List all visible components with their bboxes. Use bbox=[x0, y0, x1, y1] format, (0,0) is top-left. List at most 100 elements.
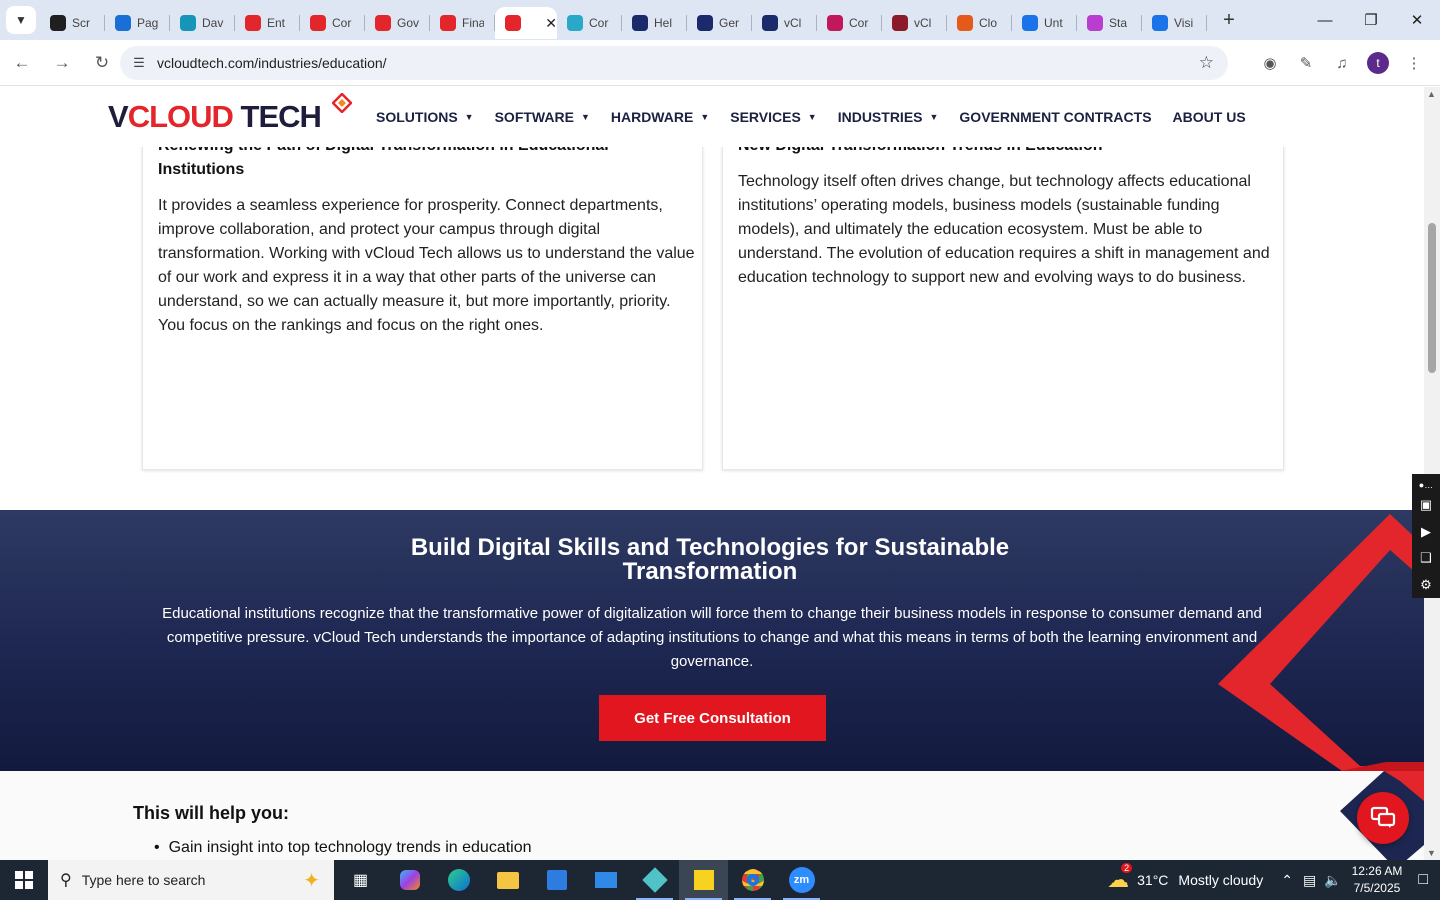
browser-tab[interactable]: Hel bbox=[622, 7, 687, 39]
profile-avatar[interactable]: t bbox=[1367, 52, 1389, 74]
tab-favicon-icon bbox=[1022, 15, 1038, 31]
menu-dots-icon[interactable]: ⋮ bbox=[1396, 48, 1432, 78]
tab-label: Visi bbox=[1174, 16, 1194, 30]
task-view-icon[interactable]: ▦ bbox=[336, 860, 385, 900]
browser-tab[interactable]: Fina bbox=[430, 7, 495, 39]
browser-tab[interactable]: vCl bbox=[882, 7, 947, 39]
browser-tab[interactable]: Sta bbox=[1077, 7, 1142, 39]
tab-list: Scr Pag Dav Ent Cor Gov Fina ✕ Cor Hel Ger vCl Cor vC… bbox=[40, 0, 1207, 40]
tab-search-button[interactable]: ▼ bbox=[6, 6, 36, 34]
nav-item-hardware[interactable]: HARDWARE ▼ bbox=[611, 109, 709, 125]
taskbar-search[interactable]: ⚲ Type here to search ✦ bbox=[48, 860, 334, 900]
arrow-right-icon: → bbox=[53, 52, 71, 72]
tab-favicon-icon bbox=[1152, 15, 1168, 31]
browser-tab[interactable]: Cor bbox=[300, 7, 365, 39]
tab-close-icon[interactable]: ✕ bbox=[545, 15, 557, 32]
bookmark-star-icon[interactable]: ☆ bbox=[1199, 53, 1214, 73]
tab-label: Dav bbox=[202, 16, 224, 30]
clock-time: 12:26 AM bbox=[1351, 864, 1403, 878]
browser-tab[interactable]: Unt bbox=[1012, 7, 1077, 39]
network-icon[interactable]: ▤ bbox=[1303, 872, 1316, 889]
site-settings-icon[interactable]: ☰ bbox=[124, 55, 154, 71]
maximize-icon[interactable]: ❐ bbox=[1348, 0, 1394, 40]
pin-icon[interactable]: ●… bbox=[1419, 478, 1433, 492]
screen-capture-toolbar: ●… ▣ ▶ ❑ ⚙ bbox=[1412, 474, 1440, 598]
app-diamond-icon[interactable] bbox=[630, 860, 679, 900]
system-tray: ☁ 2 31°C Mostly cloudy ⌃ ▤ 🔈 12:26 AM 7/5… bbox=[1107, 860, 1440, 900]
translate-icon[interactable]: ◉ bbox=[1252, 48, 1288, 78]
browser-tab[interactable]: Ent bbox=[235, 7, 300, 39]
scroll-up-icon[interactable]: ▲ bbox=[1427, 89, 1436, 99]
browser-tab[interactable]: Dav bbox=[170, 7, 235, 39]
edge-icon[interactable] bbox=[434, 860, 483, 900]
tab-favicon-icon bbox=[827, 15, 843, 31]
chevron-up-icon[interactable]: ⌃ bbox=[1281, 872, 1293, 889]
browser-tab[interactable]: Gov bbox=[365, 7, 430, 39]
new-tab-button[interactable]: + bbox=[1217, 9, 1241, 32]
browser-tab[interactable]: Clo bbox=[947, 7, 1012, 39]
reload-button[interactable]: ↻ bbox=[84, 45, 120, 81]
banner-text: Educational institutions recognize that … bbox=[162, 605, 1262, 670]
weather-widget[interactable]: ☁ 2 31°C Mostly cloudy bbox=[1107, 863, 1263, 893]
file-explorer-icon[interactable] bbox=[483, 860, 532, 900]
volume-icon[interactable]: 🔈 bbox=[1324, 872, 1341, 889]
tab-favicon-icon bbox=[50, 15, 66, 31]
tab-favicon-icon bbox=[180, 15, 196, 31]
tab-active[interactable]: ✕ bbox=[495, 7, 557, 39]
nav-item-industries[interactable]: INDUSTRIES ▼ bbox=[838, 109, 939, 125]
vcloud-logo[interactable]: VCLOUD TECH bbox=[108, 93, 352, 137]
camera-icon[interactable]: ▣ bbox=[1420, 492, 1432, 519]
browser-tab[interactable]: Visi bbox=[1142, 7, 1207, 39]
tab-favicon-icon bbox=[505, 15, 521, 31]
forward-button[interactable]: → bbox=[44, 45, 80, 81]
browser-tab[interactable]: Cor bbox=[817, 7, 882, 39]
nav-item-software[interactable]: SOFTWARE ▼ bbox=[495, 109, 590, 125]
nav-item-government-contracts[interactable]: GOVERNMENT CONTRACTS bbox=[959, 109, 1151, 125]
tab-label: Ger bbox=[719, 16, 740, 30]
tab-label: Gov bbox=[397, 16, 419, 30]
nav-label: GOVERNMENT CONTRACTS bbox=[959, 109, 1152, 125]
extensions-icon[interactable]: ✎ bbox=[1288, 48, 1324, 78]
nav-item-about-us[interactable]: ABOUT US bbox=[1173, 109, 1246, 125]
tab-favicon-icon bbox=[762, 15, 778, 31]
video-icon[interactable]: ▶ bbox=[1421, 518, 1431, 545]
close-icon[interactable]: ✕ bbox=[1394, 0, 1440, 40]
card-body: It provides a seamless experience for pr… bbox=[158, 197, 695, 334]
store-icon[interactable] bbox=[532, 860, 581, 900]
tab-favicon-icon bbox=[892, 15, 908, 31]
browser-tab[interactable]: Scr bbox=[40, 7, 105, 39]
browser-tab[interactable]: Pag bbox=[105, 7, 170, 39]
scrollbar-thumb[interactable] bbox=[1428, 223, 1436, 373]
clock-date: 7/5/2025 bbox=[1353, 881, 1401, 895]
media-control-icon[interactable]: ♫ bbox=[1324, 48, 1360, 78]
copilot-sparkle-icon[interactable]: ✦ bbox=[303, 868, 320, 893]
sticky-notes-icon[interactable] bbox=[679, 860, 728, 900]
settings-gear-icon[interactable]: ⚙ bbox=[1420, 571, 1432, 598]
browser-tab[interactable]: vCl bbox=[752, 7, 817, 39]
window-capture-icon[interactable]: ❑ bbox=[1420, 545, 1432, 572]
chat-icon bbox=[1370, 806, 1396, 828]
reload-icon: ↻ bbox=[94, 52, 110, 72]
back-button[interactable]: ← bbox=[4, 45, 40, 81]
nav-item-solutions[interactable]: SOLUTIONS ▼ bbox=[376, 109, 474, 125]
browser-tab[interactable]: Cor bbox=[557, 7, 622, 39]
url-text[interactable]: vcloudtech.com/industries/education/ bbox=[157, 55, 387, 71]
copilot-icon[interactable] bbox=[385, 860, 434, 900]
zoom-icon[interactable]: zm bbox=[777, 860, 826, 900]
notifications-icon[interactable]: □ bbox=[1418, 871, 1428, 889]
nav-item-services[interactable]: SERVICES ▼ bbox=[730, 109, 816, 125]
tab-label: Hel bbox=[654, 16, 673, 30]
chrome-icon[interactable] bbox=[728, 860, 777, 900]
mail-icon[interactable] bbox=[581, 860, 630, 900]
minimize-icon[interactable]: — bbox=[1302, 0, 1348, 40]
scroll-down-icon[interactable]: ▼ bbox=[1427, 848, 1436, 858]
chat-button[interactable] bbox=[1357, 792, 1409, 844]
browser-tab[interactable]: Ger bbox=[687, 7, 752, 39]
tab-label: Unt bbox=[1044, 16, 1063, 30]
start-button[interactable] bbox=[0, 860, 48, 900]
tab-favicon-icon bbox=[632, 15, 648, 31]
get-free-consultation-button[interactable]: Get Free Consultation bbox=[599, 695, 826, 741]
address-bar[interactable]: ☰ vcloudtech.com/industries/education/ ☆ bbox=[120, 46, 1228, 80]
clock[interactable]: 12:26 AM 7/5/2025 bbox=[1352, 863, 1403, 897]
tab-label: Sta bbox=[1109, 16, 1128, 30]
